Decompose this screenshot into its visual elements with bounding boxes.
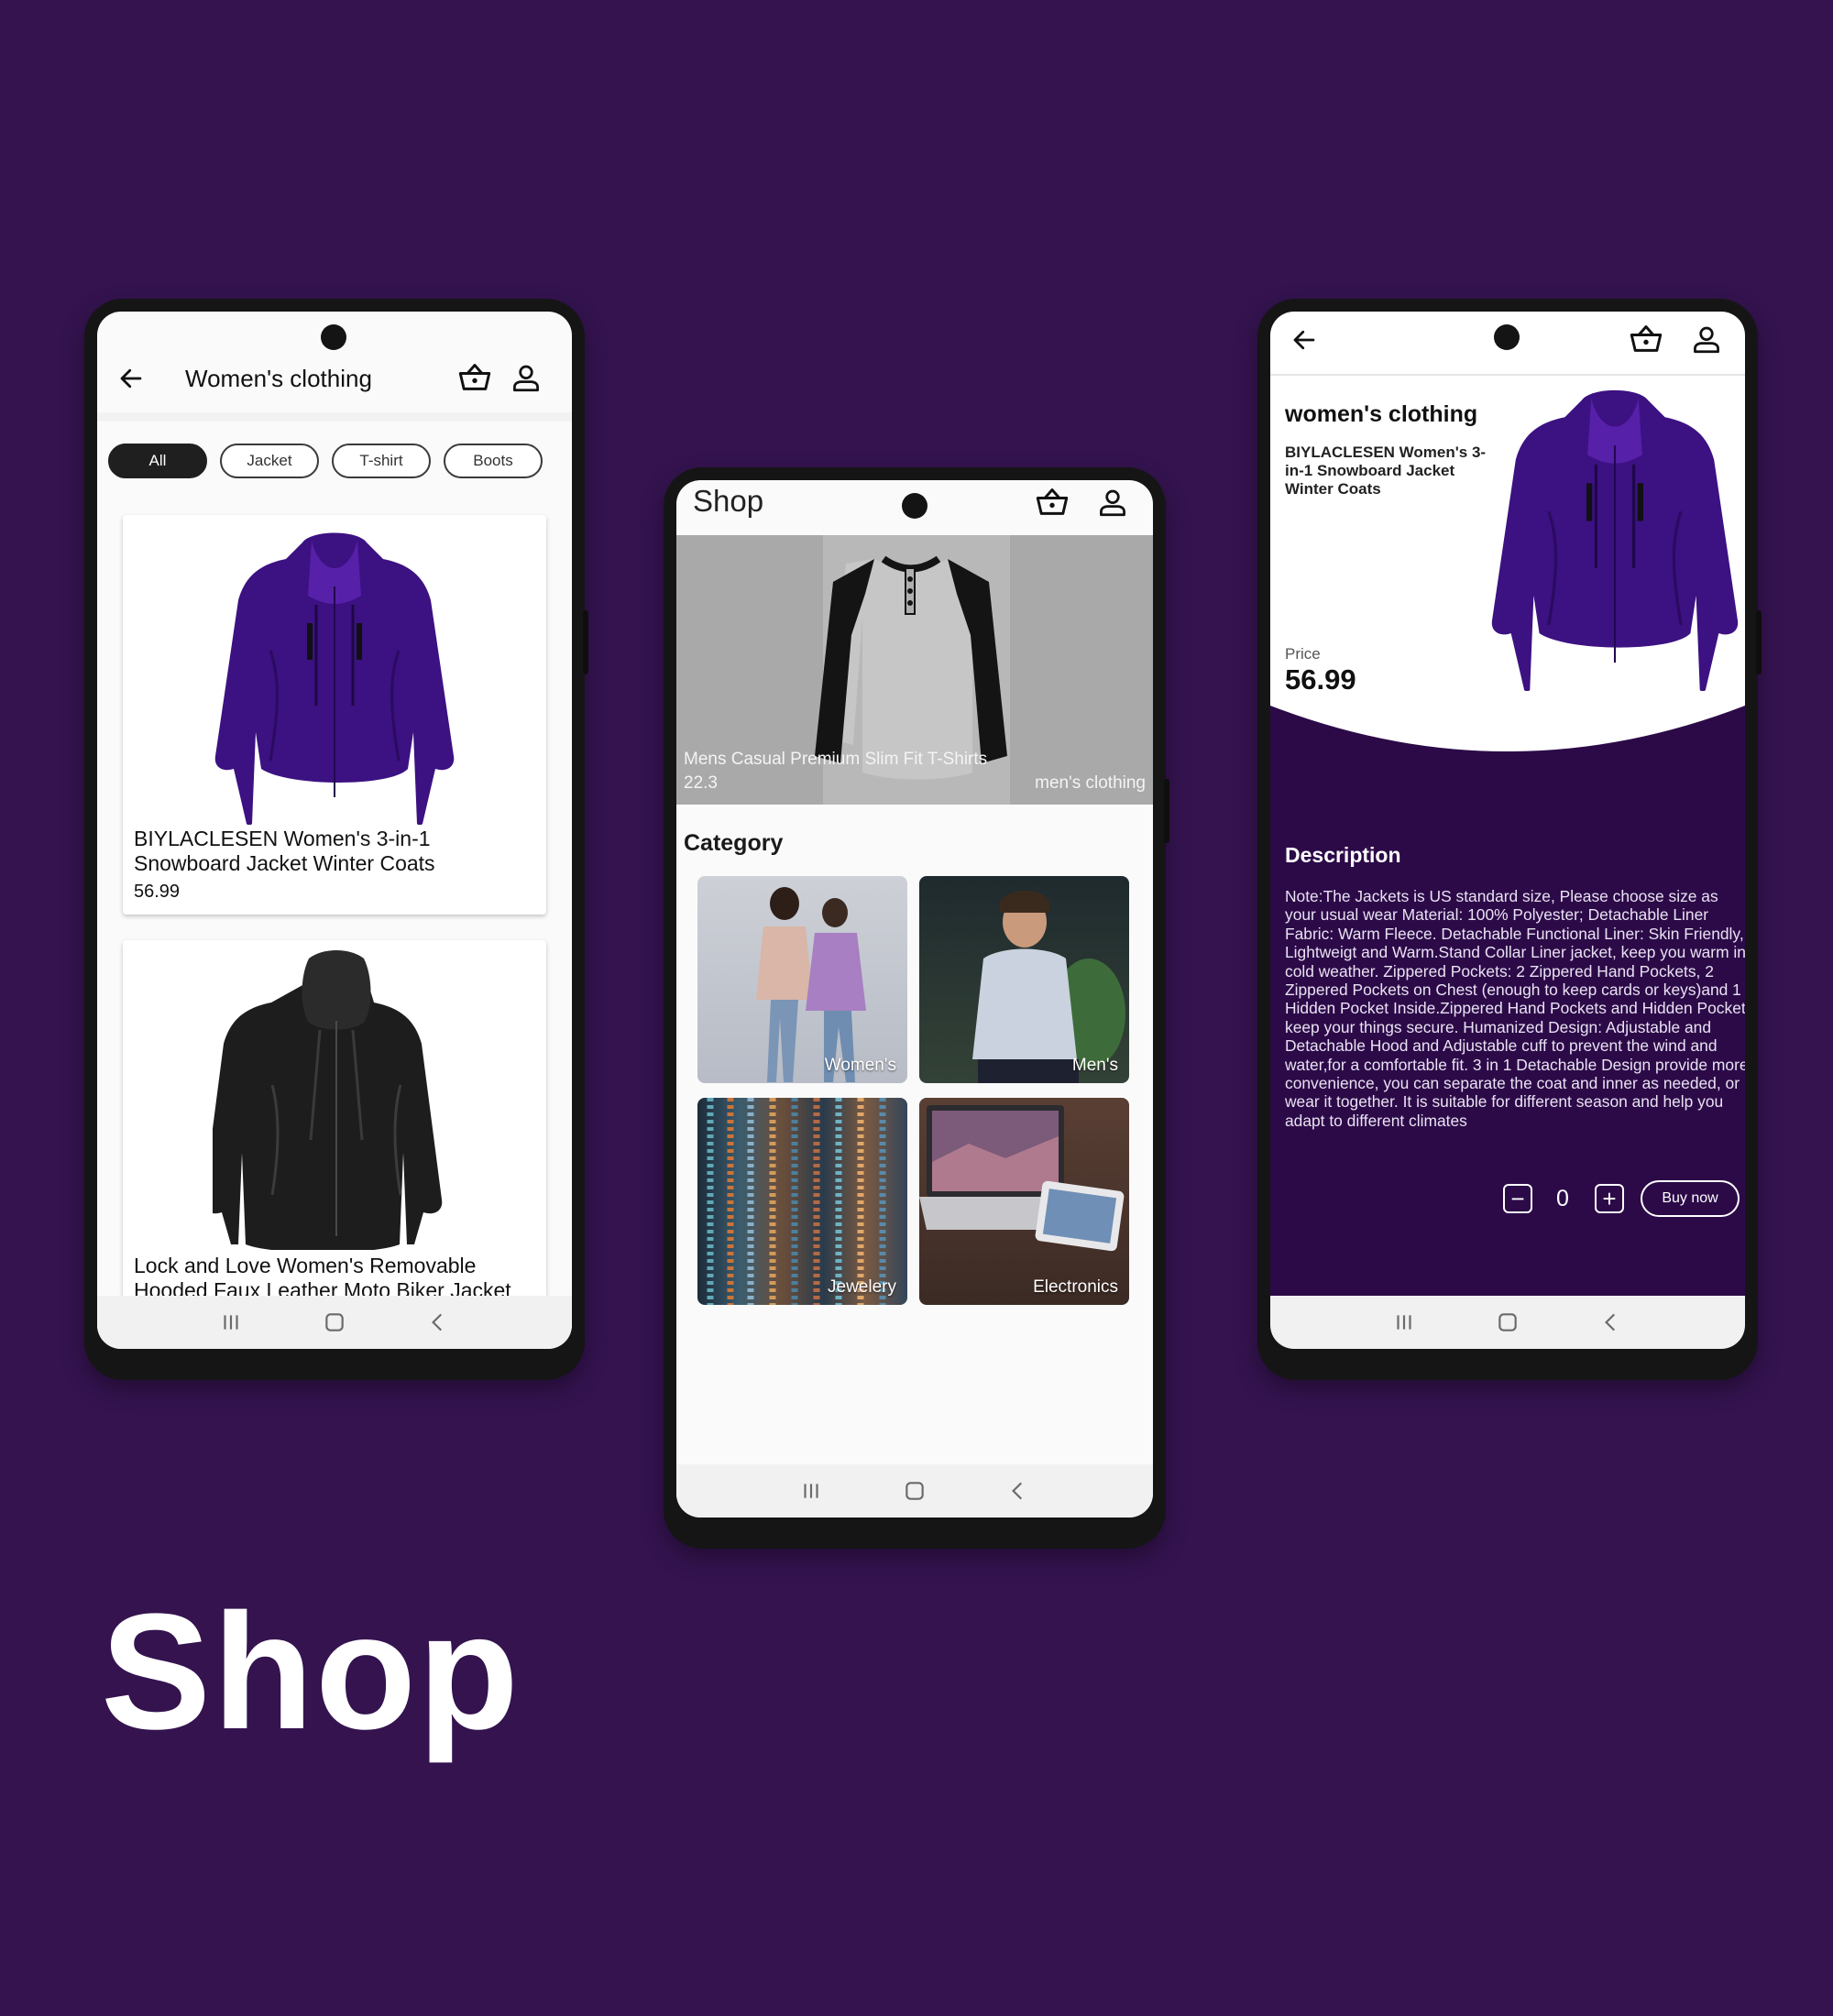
beads-photo xyxy=(707,1098,886,1305)
women-photo xyxy=(756,887,866,1082)
basket-icon[interactable] xyxy=(1630,324,1663,354)
increment-button[interactable]: + xyxy=(1595,1184,1624,1213)
basket-icon[interactable] xyxy=(1036,488,1069,517)
banner-category: men's clothing xyxy=(1035,773,1146,793)
front-camera xyxy=(321,324,346,350)
front-camera xyxy=(902,493,927,519)
page-title: Women's clothing xyxy=(185,365,372,392)
product-list-screen: Women's clothing All Jacket T-shirt Boot… xyxy=(97,312,572,1349)
featured-banner[interactable]: Mens Casual Premium Slim Fit T-Shirts 22… xyxy=(676,535,1153,805)
product-category: women's clothing xyxy=(1285,401,1478,427)
banner-price: 22.3 xyxy=(684,773,718,793)
basket-icon[interactable] xyxy=(458,363,491,392)
category-label: Jewelery xyxy=(828,1277,896,1297)
recents-icon[interactable] xyxy=(219,1310,243,1334)
phone-product-list: Women's clothing All Jacket T-shirt Boot… xyxy=(84,299,588,1380)
category-tile-womens[interactable]: Women's xyxy=(697,876,907,1083)
decrement-button[interactable]: − xyxy=(1503,1184,1532,1213)
back-nav-icon[interactable] xyxy=(426,1310,450,1334)
product-title: BIYLACLESEN Women's 3-in-1 Snowboard Jac… xyxy=(134,827,435,875)
product-price: 56.99 xyxy=(134,882,181,902)
product-detail-screen: women's clothing BIYLACLESEN Women's 3-i… xyxy=(1270,312,1745,1349)
product-image-purple-jacket xyxy=(1487,379,1743,691)
category-heading: Category xyxy=(684,830,784,856)
showcase-title: Shop xyxy=(101,1580,521,1764)
header-divider xyxy=(1270,374,1745,376)
filter-chip-all[interactable]: All xyxy=(108,444,207,478)
product-title: BIYLACLESEN Women's 3-in-1 Snowboard Jac… xyxy=(1285,444,1487,498)
category-label: Men's xyxy=(1071,1056,1118,1075)
product-image-black-leather-jacket xyxy=(213,948,460,1250)
product-image-purple-jacket xyxy=(211,522,458,825)
product-price: 56.99 xyxy=(1285,663,1356,696)
category-tile-electronics[interactable]: Electronics xyxy=(919,1098,1129,1305)
back-nav-icon[interactable] xyxy=(1006,1479,1030,1503)
home-icon[interactable] xyxy=(903,1479,927,1503)
product-card[interactable]: BIYLACLESEN Women's 3-in-1 Snowboard Jac… xyxy=(123,515,546,915)
user-icon[interactable] xyxy=(1692,324,1721,354)
filter-chip-boots[interactable]: Boots xyxy=(444,444,543,478)
home-icon[interactable] xyxy=(1496,1310,1520,1334)
price-label: Price xyxy=(1285,645,1321,663)
product-card[interactable]: Lock and Love Women's Removable Hooded F… xyxy=(123,940,546,1325)
men-photo xyxy=(972,891,1125,1083)
front-camera xyxy=(1494,324,1520,350)
description-heading: Description xyxy=(1285,843,1401,867)
user-icon[interactable] xyxy=(1098,488,1127,517)
system-nav-bar xyxy=(676,1464,1153,1517)
category-label: Women's xyxy=(824,1056,896,1075)
back-nav-icon[interactable] xyxy=(1599,1310,1623,1334)
header-divider xyxy=(97,412,572,422)
quantity-value: 0 xyxy=(1556,1186,1569,1211)
buy-now-button[interactable]: Buy now xyxy=(1641,1180,1740,1217)
phone-product-detail: women's clothing BIYLACLESEN Women's 3-i… xyxy=(1257,299,1762,1380)
filter-chip-jacket[interactable]: Jacket xyxy=(220,444,319,478)
category-tile-jewelery[interactable]: Jewelery xyxy=(697,1098,907,1305)
user-icon[interactable] xyxy=(511,363,541,392)
recents-icon[interactable] xyxy=(799,1479,823,1503)
category-tile-mens[interactable]: Men's xyxy=(919,876,1129,1083)
laptop-photo xyxy=(919,1105,1125,1252)
recents-icon[interactable] xyxy=(1392,1310,1416,1334)
app-title: Shop xyxy=(693,484,764,518)
system-nav-bar xyxy=(97,1296,572,1349)
back-arrow-icon[interactable] xyxy=(117,365,145,392)
phone-shop-home: Shop Mens Casual Premium Slim Fit T-Shir… xyxy=(664,467,1169,1549)
back-arrow-icon[interactable] xyxy=(1290,326,1318,354)
description-text: Note:The Jackets is US standard size, Pl… xyxy=(1285,887,1745,1130)
banner-product-title: Mens Casual Premium Slim Fit T-Shirts xyxy=(684,750,988,769)
category-label: Electronics xyxy=(1033,1277,1118,1297)
filter-chip-tshirt[interactable]: T-shirt xyxy=(332,444,431,478)
system-nav-bar xyxy=(1270,1296,1745,1349)
shop-home-screen: Shop Mens Casual Premium Slim Fit T-Shir… xyxy=(676,480,1153,1517)
home-icon[interactable] xyxy=(323,1310,346,1334)
